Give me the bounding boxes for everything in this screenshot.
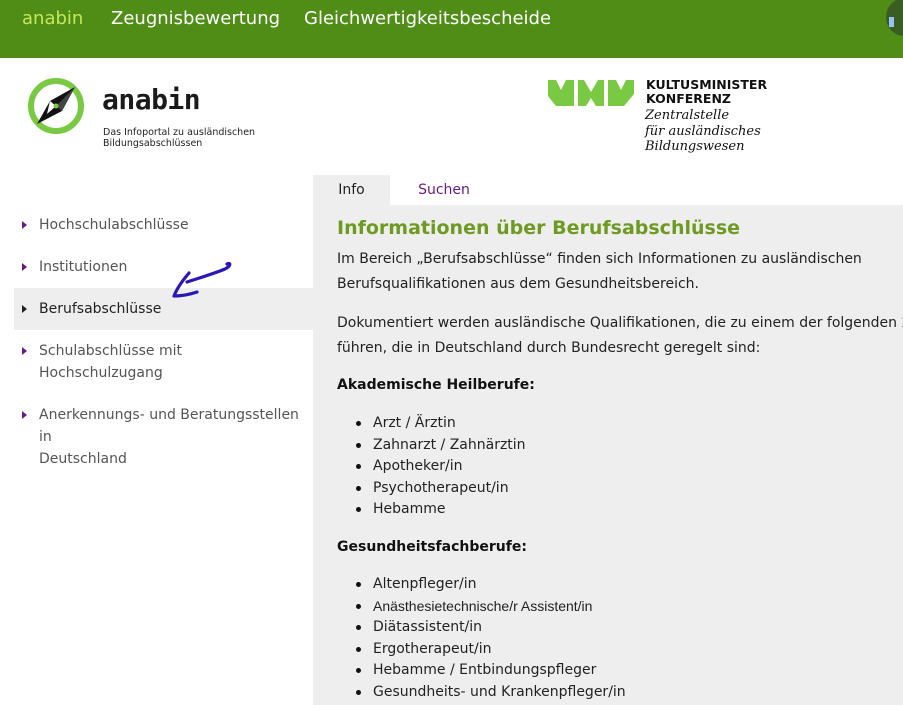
nav-link-zeugnisbewertung[interactable]: Zeugnisbewertung [111,8,280,30]
nav-link-gleichwertigkeitsbescheide[interactable]: Gleichwertigkeitsbescheide [304,8,551,30]
annotation-arrow-icon [172,261,232,298]
list-item: Hebamme / Entbindungspfleger [337,660,626,682]
sidebar-item-hochschulabschluesse[interactable]: Hochschulabschlüsse [14,204,313,246]
kmk-emblem-icon [548,80,634,106]
section-heading-akademische-heilberufe: Akademische Heilberufe: [337,377,535,393]
list-item: Gesundheits- und Krankenpfleger/in [337,682,626,704]
paragraph-line: Im Bereich „Berufsabschlüsse“ finden sic… [337,251,862,267]
list-item: Anästhesietechnische/r Assistent/in [337,596,626,618]
list-item: Diätassistent/in [337,617,626,639]
kmk-subtitle-line: für ausländisches [645,123,761,139]
logo-tagline-line: Das Infoportal zu ausländischen [103,127,256,138]
caret-right-icon [22,305,27,313]
kmk-subtitle-line: Bildungswesen [645,139,745,154]
sidebar-item-institutionen[interactable]: Institutionen [14,246,313,288]
list-item: Hebamme [337,499,526,521]
content-panel: Informationen über Berufsabschlüsse Im B… [313,205,903,705]
caret-right-icon [22,411,27,419]
intro-paragraph: Im Bereich „Berufsabschlüsse“ finden sic… [337,247,862,296]
sidebar-item-label: Hochschulabschlüsse [39,217,189,233]
sidebar-item-label: Anerkennungs- und Beratungsstellen in [39,407,299,445]
list-item: Apotheker/in [337,456,526,478]
logo-tagline-line: Bildungsabschlüssen [103,138,203,149]
sidebar-item-anerkennungsstellen[interactable]: Anerkennungs- und Beratungsstellen in De… [14,394,313,480]
kmk-subtitle: Zentralstelle für ausländisches Bildungs… [645,108,761,155]
tab-suchen[interactable]: Suchen [400,175,488,205]
caret-right-icon [22,263,27,271]
compass-icon [28,78,84,134]
page-title: Informationen über Berufsabschlüsse [337,217,741,239]
kmk-title: KULTUSMINISTER KONFERENZ [646,78,767,106]
sidebar-item-label: Berufsabschlüsse [39,301,162,317]
kmk-title-line: KONFERENZ [646,91,731,106]
list-item: Psychotherapeut/in [337,478,526,500]
list-item: Ergotherapeut/in [337,639,626,661]
paragraph-line: Berufsqualifikationen aus dem Gesundheit… [337,275,700,292]
kmk-title-line: KULTUSMINISTER [646,77,768,92]
list-gesundheitsfachberufe: Altenpfleger/in Anästhesietechnische/r A… [337,574,626,703]
caret-right-icon [22,221,27,229]
anabin-logo[interactable]: anabin Das Infoportal zu ausländischen B… [26,76,276,156]
nav-round-button[interactable] [886,0,903,36]
sidebar-item-schulabschluesse[interactable]: Schulabschlüsse mit Hochschulzugang [14,330,313,394]
sidebar-item-label: Deutschland [39,451,127,467]
section-heading-gesundheitsfachberufe: Gesundheitsfachberufe: [337,539,527,555]
kmk-logo[interactable]: KULTUSMINISTER KONFERENZ Zentralstelle f… [548,76,778,158]
sidebar-item-berufsabschluesse[interactable]: Berufsabschlüsse [14,288,313,330]
top-navigation-bar: anabin Zeugnisbewertung Gleichwertigkeit… [0,0,903,58]
description-paragraph: Dokumentiert werden ausländische Qualifi… [337,311,903,360]
kmk-subtitle-line: Zentralstelle [645,108,730,123]
tab-info[interactable]: Info [313,175,390,205]
list-item: Arzt / Ärztin [337,413,526,435]
paragraph-line: Dokumentiert werden ausländische Qualifi… [337,315,903,331]
caret-right-icon [22,347,27,355]
paragraph-line: führen, die in Deutschland durch Bundesr… [337,339,761,356]
logo-tagline: Das Infoportal zu ausländischen Bildungs… [103,127,283,149]
nav-link-anabin[interactable]: anabin [22,8,83,30]
sidebar-navigation: Hochschulabschlüsse Institutionen Berufs… [14,204,313,480]
list-akademische-heilberufe: Arzt / Ärztin Zahnarzt / Zahnärztin Apot… [337,413,526,521]
sidebar-item-label: Institutionen [39,259,128,275]
list-item: Zahnarzt / Zahnärztin [337,435,526,457]
sidebar-item-label: Schulabschlüsse mit Hochschulzugang [39,343,182,381]
logo-wordmark: anabin [102,83,201,116]
list-item: Altenpfleger/in [337,574,626,596]
